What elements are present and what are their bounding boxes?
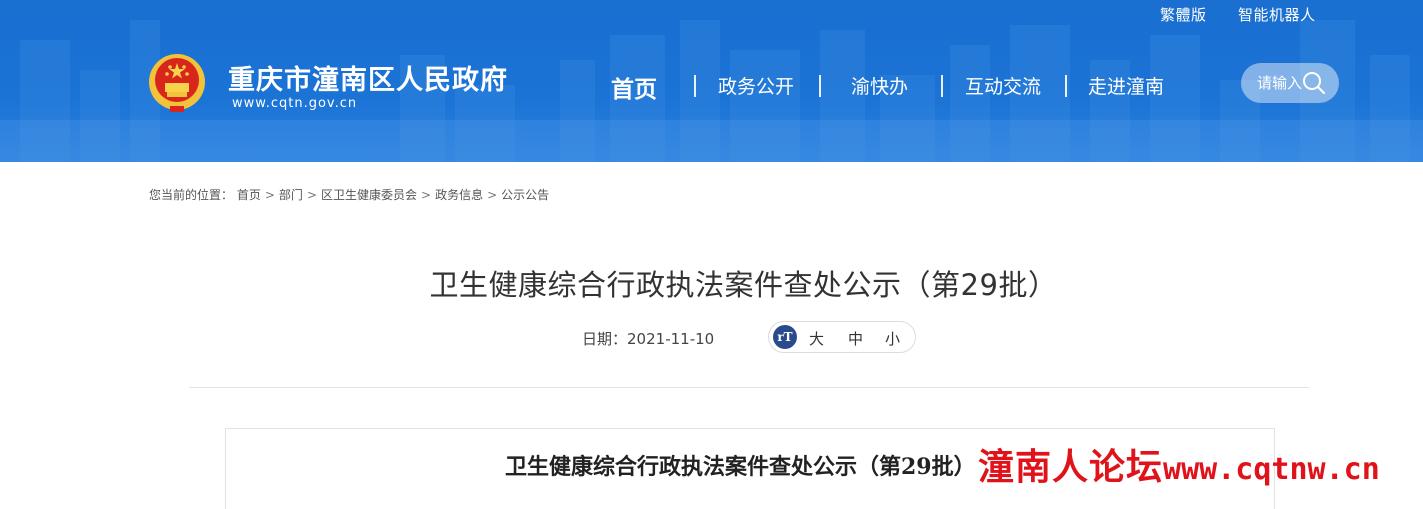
site-title[interactable]: 重庆市潼南区人民政府	[228, 58, 508, 97]
font-size-medium[interactable]: 中	[848, 328, 863, 349]
breadcrumb-prefix: 您当前的位置：	[149, 188, 234, 202]
nav-separator	[941, 75, 943, 97]
nav-interaction[interactable]: 互动交流	[965, 72, 1041, 99]
national-emblem-logo[interactable]	[148, 52, 206, 114]
breadcrumb-separator: >	[487, 188, 498, 202]
nav-separator	[694, 75, 696, 97]
nav-about-tongnan[interactable]: 走进潼南	[1088, 72, 1164, 99]
breadcrumb-separator: >	[421, 188, 432, 202]
document-title: 卫生健康综合行政执法案件查处公示（第29批）	[505, 454, 976, 480]
breadcrumb-departments[interactable]: 部门	[279, 186, 303, 203]
search-icon[interactable]	[1301, 70, 1327, 96]
font-size-control: rT 大 中 小	[768, 321, 916, 353]
font-size-small[interactable]: 小	[885, 328, 900, 349]
breadcrumb-health-commission[interactable]: 区卫生健康委员会	[321, 186, 417, 203]
site-url: www.cqtn.gov.cn	[232, 96, 358, 111]
nav-separator	[1065, 75, 1067, 97]
nav-government-affairs[interactable]: 政务公开	[718, 72, 794, 99]
font-size-large[interactable]: 大	[809, 328, 824, 349]
nav-yukuaiban[interactable]: 渝快办	[851, 72, 908, 99]
search-input[interactable]	[1257, 73, 1305, 93]
breadcrumb-separator: >	[264, 188, 275, 202]
forum-watermark: 潼南人论坛www.cqtnw.cn	[978, 438, 1380, 490]
breadcrumb: 您当前的位置： 首页 > 部门 > 区卫生健康委员会 > 政务信息 > 公示公告	[149, 186, 549, 203]
date-label: 日期：	[582, 330, 628, 348]
watermark-url: www.cqtnw.cn	[1163, 452, 1380, 487]
city-skyline-background	[0, 20, 1423, 162]
article-title: 卫生健康综合行政执法案件查处公示（第29批）	[429, 268, 1058, 302]
breadcrumb-separator: >	[306, 188, 317, 202]
nav-home[interactable]: 首页	[611, 70, 657, 104]
breadcrumb-government-info[interactable]: 政务信息	[435, 186, 483, 203]
publish-date: 日期：2021-11-10	[582, 328, 714, 349]
nav-separator	[819, 75, 821, 97]
font-size-icon: rT	[773, 325, 797, 349]
site-header: 繁體版 智能机器人 重庆市潼南区人民政府 www.cqtn.gov.cn 首页 …	[0, 0, 1423, 162]
date-value: 2021-11-10	[627, 330, 715, 348]
breadcrumb-home[interactable]: 首页	[237, 186, 261, 203]
traditional-chinese-link[interactable]: 繁體版	[1160, 4, 1207, 25]
watermark-text: 潼南人论坛	[978, 447, 1164, 488]
content-divider	[189, 387, 1309, 388]
search-box	[1241, 63, 1339, 103]
smart-robot-link[interactable]: 智能机器人	[1238, 4, 1316, 25]
breadcrumb-announcements[interactable]: 公示公告	[501, 186, 549, 203]
